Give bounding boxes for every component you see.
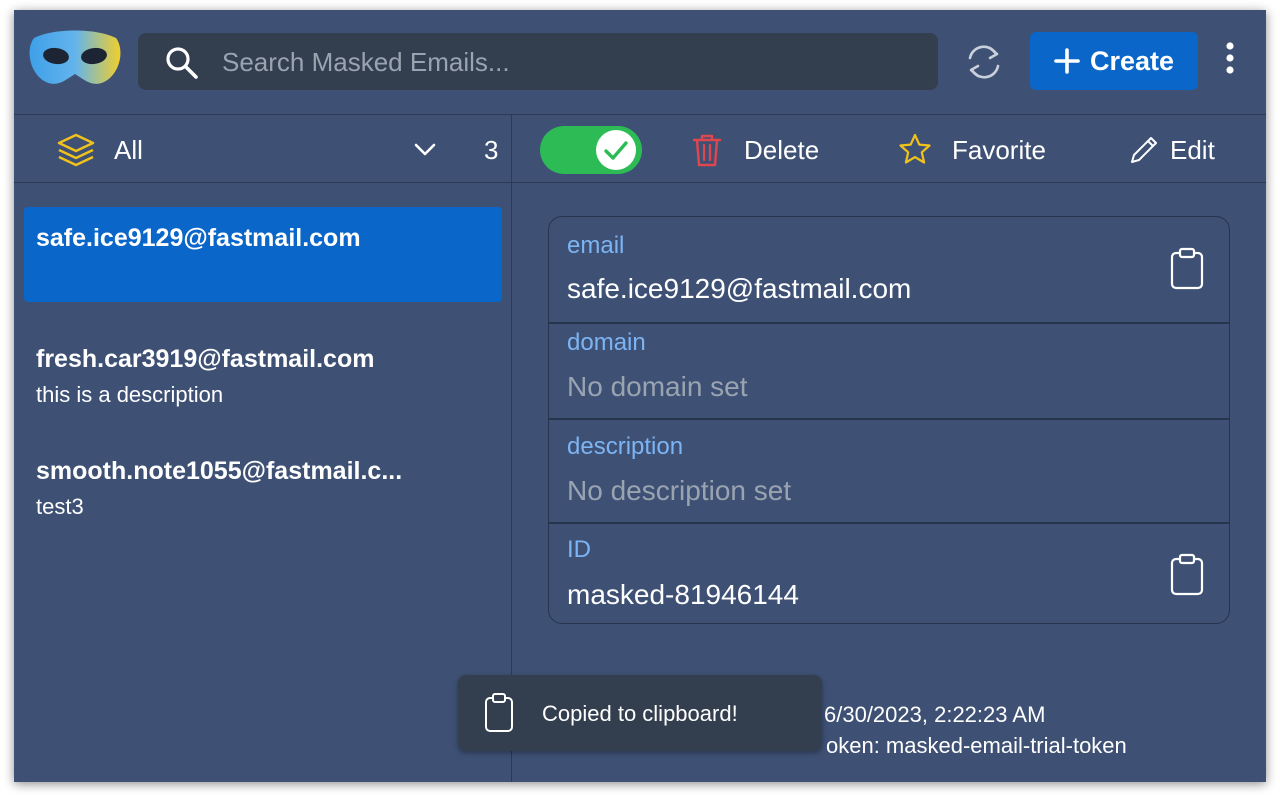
created-by: oken: masked-email-trial-token [826, 733, 1127, 758]
mask-logo [29, 30, 121, 84]
toggle-knob [596, 130, 636, 170]
edit-label: Edit [1170, 134, 1215, 165]
refresh-icon[interactable] [962, 40, 1006, 84]
domain-label: domain [567, 329, 646, 356]
email-value: safe.ice9129@fastmail.com [567, 273, 912, 304]
list-item[interactable]: safe.ice9129@fastmail.com [24, 207, 502, 302]
filter-selector[interactable]: All 3 [14, 116, 510, 182]
domain-value: No domain set [567, 371, 748, 402]
id-label: ID [567, 536, 591, 563]
pencil-icon [1131, 137, 1157, 163]
toolbar-divider [14, 182, 1266, 183]
list-item-description: this is a description [36, 382, 224, 407]
list-item-address: fresh.car3919@fastmail.com [36, 345, 375, 373]
list-item[interactable]: smooth.note1055@fastmail.c... test3 [24, 442, 502, 522]
search-input[interactable] [220, 33, 924, 92]
delete-button[interactable]: Delete [690, 128, 819, 172]
toast: Copied to clipboard! [458, 675, 822, 751]
header: Create [14, 10, 1266, 114]
details-card: email safe.ice9129@fastmail.com domain N… [548, 216, 1230, 624]
search-icon [166, 47, 198, 79]
id-field: ID masked-81946144 [549, 523, 1229, 623]
enabled-toggle[interactable] [540, 126, 642, 174]
delete-label: Delete [744, 134, 820, 165]
search-bar[interactable] [138, 33, 938, 92]
star-icon [899, 133, 931, 164]
list-item-description: test3 [36, 494, 84, 519]
app-window: Create All 3 safe.ice9129@fastmail.com f… [14, 10, 1266, 782]
description-field: description No description set [549, 419, 1229, 522]
header-divider [14, 114, 1266, 115]
email-field: email safe.ice9129@fastmail.com [549, 217, 1229, 322]
id-value: masked-81946144 [567, 579, 799, 610]
chevron-down-icon[interactable] [412, 136, 438, 162]
trash-icon [692, 134, 722, 167]
favorite-label: Favorite [952, 134, 1046, 165]
toast-message: Copied to clipboard! [542, 701, 738, 726]
favorite-button[interactable]: Favorite [898, 128, 1046, 172]
description-label: description [567, 433, 684, 460]
edit-button[interactable]: Edit [1126, 128, 1215, 172]
create-label: Create [1089, 45, 1175, 76]
more-vertical-icon[interactable] [1220, 40, 1240, 80]
email-label: email [567, 232, 625, 259]
list-item-address: safe.ice9129@fastmail.com [36, 224, 361, 252]
list-item-address: smooth.note1055@fastmail.c... [36, 457, 403, 485]
check-icon [604, 141, 628, 160]
description-value: No description set [567, 475, 792, 506]
clipboard-icon[interactable] [1169, 247, 1205, 291]
layers-icon [57, 133, 95, 167]
clipboard-icon [485, 693, 513, 732]
created-at: 6/30/2023, 2:22:23 AM [824, 702, 1046, 727]
domain-field: domain No domain set [549, 323, 1229, 418]
create-button[interactable]: Create [1030, 32, 1198, 90]
plus-icon [1054, 48, 1080, 74]
email-count: 3 [484, 135, 499, 165]
clipboard-icon[interactable] [1169, 553, 1205, 597]
list-item[interactable]: fresh.car3919@fastmail.com this is a des… [24, 330, 502, 410]
filter-label: All [114, 135, 143, 165]
